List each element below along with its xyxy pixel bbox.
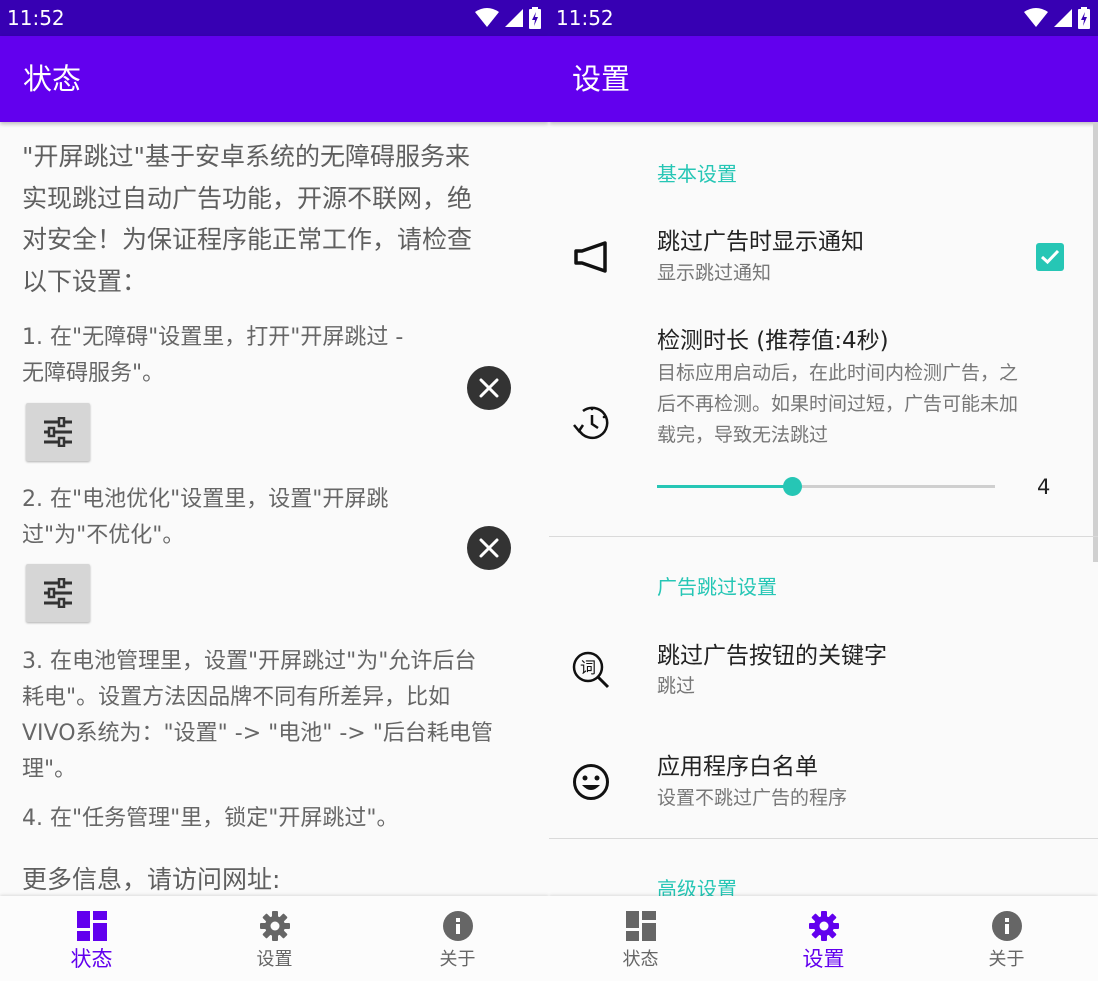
detect-duration-slider[interactable] — [657, 477, 995, 496]
step-2-status-close-icon — [467, 526, 511, 570]
info-icon — [442, 910, 474, 942]
nav-item-about[interactable]: 关于 — [366, 896, 549, 981]
clock: 11:52 — [556, 6, 614, 30]
pref-keywords-title[interactable]: 跳过广告按钮的关键字 — [657, 640, 887, 672]
smiley-icon — [571, 762, 611, 802]
page-title: 设置 — [572, 62, 631, 96]
step-1-status-close-icon — [467, 366, 511, 410]
clock: 11:52 — [7, 6, 65, 30]
gear-icon — [808, 910, 840, 942]
step-2-settings-button[interactable] — [26, 564, 90, 622]
intro-text: "开屏跳过"基于安卓系统的无障碍服务来 实现跳过自动广告功能，开源不联网，绝 对… — [22, 136, 527, 302]
status-screen: 11:52 状态 "开屏跳过"基于安卓系统的无障碍服务来 实现跳过自动广告功能，… — [0, 0, 549, 981]
pref-detect-duration-title[interactable]: 检测时长 (推荐值:4秒) — [657, 325, 889, 357]
nav-item-settings[interactable]: 设置 — [183, 896, 366, 981]
divider — [549, 838, 1098, 839]
pref-detect-duration-summary: 目标应用启动后，在此时间内检测广告，之 后不再检测。如果时间过短，广告可能未加 … — [657, 362, 1019, 446]
slider-fill — [657, 485, 793, 488]
timer-icon — [571, 403, 611, 443]
signal-icon — [1054, 9, 1072, 27]
pref-keywords-summary: 跳过 — [657, 675, 696, 697]
bottom-navigation: 状态 设置 关于 — [549, 896, 1098, 981]
nav-label: 状态 — [622, 949, 659, 970]
nav-item-status[interactable]: 状态 — [0, 896, 183, 981]
status-bar: 11:52 — [0, 0, 549, 36]
page-title: 状态 — [23, 62, 82, 96]
pref-whitelist-summary: 设置不跳过广告的程序 — [657, 787, 848, 809]
signal-icon — [505, 9, 523, 27]
dashboard-icon — [625, 910, 657, 942]
intro-line: 对安全！为保证程序能正常工作，请检查 — [22, 225, 473, 254]
wifi-icon — [1024, 8, 1048, 27]
step-1-text: 1. 在"无障碍"设置里，打开"开屏跳过 - 无障碍服务"。 — [22, 325, 404, 386]
app-bar: 状态 — [0, 36, 549, 122]
dashboard-icon — [76, 910, 108, 942]
check-icon — [1040, 249, 1060, 265]
nav-label: 关于 — [988, 949, 1025, 970]
nav-label: 设置 — [256, 949, 293, 970]
step-2-text: 2. 在"电池优化"设置里，设置"开屏跳 过"为"不优化"。 — [22, 487, 389, 548]
battery-charging-icon — [529, 7, 541, 29]
pref-show-notification-summary: 显示跳过通知 — [657, 262, 772, 284]
word-search-icon: 词 — [571, 650, 611, 690]
slider-thumb[interactable] — [783, 477, 803, 496]
intro-line: "开屏跳过"基于安卓系统的无障碍服务来 — [22, 142, 470, 171]
gear-icon — [259, 910, 291, 942]
settings-screen: 11:52 设置 基本设置 跳过广告时显示通知 显示跳过通知 检测时长 (推荐值… — [549, 0, 1098, 981]
status-icons — [475, 7, 541, 29]
status-content[interactable]: "开屏跳过"基于安卓系统的无障碍服务来 实现跳过自动广告功能，开源不联网，绝 对… — [0, 122, 549, 896]
pref-whitelist-title[interactable]: 应用程序白名单 — [657, 751, 818, 783]
wifi-icon — [475, 8, 499, 27]
megaphone-icon — [571, 237, 611, 277]
detect-duration-value: 4 — [1037, 475, 1051, 499]
app-bar: 设置 — [549, 36, 1098, 122]
intro-line: 以下设置： — [22, 266, 148, 296]
pref-show-notification-title[interactable]: 跳过广告时显示通知 — [657, 226, 864, 258]
more-info-text: 更多信息，请访问网址: — [22, 865, 281, 894]
tune-icon — [44, 417, 72, 447]
bottom-navigation: 状态 设置 关于 — [0, 896, 549, 981]
info-icon — [991, 910, 1023, 942]
divider — [549, 536, 1098, 537]
show-notification-checkbox[interactable] — [1036, 243, 1064, 271]
step-1-settings-button[interactable] — [26, 403, 90, 461]
battery-charging-icon — [1078, 7, 1090, 29]
status-icons — [1024, 7, 1090, 29]
scrollbar[interactable] — [1093, 122, 1098, 562]
step-4-text: 4. 在"任务管理"里，锁定"开屏跳过"。 — [22, 806, 399, 831]
intro-line: 实现跳过自动广告功能，开源不联网，绝 — [22, 183, 473, 213]
tune-icon — [44, 578, 72, 608]
nav-label: 关于 — [439, 949, 476, 970]
svg-text:词: 词 — [580, 658, 596, 677]
category-ad-skip-settings: 广告跳过设置 — [657, 575, 777, 599]
settings-list[interactable]: 基本设置 跳过广告时显示通知 显示跳过通知 检测时长 (推荐值:4秒) 目标应用… — [549, 122, 1098, 896]
status-bar: 11:52 — [549, 0, 1098, 36]
nav-item-about[interactable]: 关于 — [915, 896, 1098, 981]
nav-item-settings[interactable]: 设置 — [732, 896, 915, 981]
nav-label: 设置 — [802, 947, 845, 971]
category-basic-settings: 基本设置 — [657, 162, 737, 186]
category-advanced-settings: 高级设置 — [657, 877, 737, 896]
nav-label: 状态 — [70, 947, 113, 971]
step-3-text: 3. 在电池管理里，设置"开屏跳过"为"允许后台 耗电"。设置方法因品牌不同有所… — [22, 649, 493, 782]
nav-item-status[interactable]: 状态 — [549, 896, 732, 981]
